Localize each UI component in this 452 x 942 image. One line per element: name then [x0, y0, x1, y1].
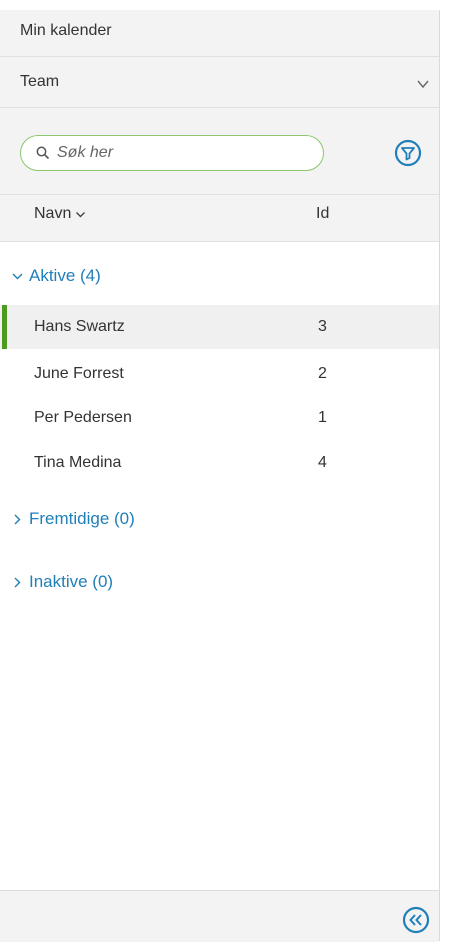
search-input[interactable] [57, 142, 307, 164]
search-field[interactable] [20, 135, 324, 171]
team-calendar-panel: Min kalender Team Navn Id Aktive (4) [0, 0, 440, 942]
filter-icon[interactable] [393, 138, 423, 168]
divider [0, 194, 439, 195]
list-item[interactable]: Per Pedersen 1 [0, 396, 439, 440]
my-calendar-row[interactable]: Min kalender [0, 10, 439, 56]
chevron-down-icon [417, 80, 429, 89]
search-icon [36, 146, 50, 160]
divider [0, 107, 439, 108]
person-name: Hans Swartz [34, 318, 125, 335]
chevron-right-icon [14, 577, 21, 587]
team-dropdown-label: Team [20, 73, 60, 90]
person-name: June Forrest [34, 365, 124, 382]
group-header-future[interactable]: Fremtidige (0) [12, 509, 135, 529]
person-id: 1 [318, 409, 327, 426]
chevron-right-icon [14, 514, 21, 524]
list-item[interactable]: Tina Medina 4 [0, 441, 439, 485]
person-id: 3 [318, 318, 327, 335]
list-item[interactable]: Hans Swartz 3 [0, 305, 439, 349]
group-label: Fremtidige (0) [29, 509, 135, 528]
person-name: Tina Medina [34, 454, 122, 471]
group-header-inactive[interactable]: Inaktive (0) [12, 572, 113, 592]
column-header-name-label: Navn [34, 205, 72, 222]
person-id: 2 [318, 365, 327, 382]
chevron-down-icon [12, 273, 23, 279]
column-header-name[interactable]: Navn [34, 205, 86, 223]
person-name: Per Pedersen [34, 409, 132, 426]
divider [0, 241, 439, 242]
group-label: Inaktive (0) [29, 572, 114, 591]
chevron-down-icon [76, 211, 86, 217]
column-header-id-label: Id [316, 205, 330, 222]
panel-footer [0, 890, 439, 942]
double-chevron-left-icon[interactable] [401, 905, 431, 935]
person-id: 4 [318, 454, 327, 471]
selection-marker [2, 305, 7, 349]
group-label: Aktive (4) [29, 266, 101, 285]
list-item[interactable]: June Forrest 2 [0, 352, 439, 396]
team-dropdown[interactable]: Team [0, 57, 439, 107]
column-header-id[interactable]: Id [316, 205, 329, 223]
my-calendar-label: Min kalender [20, 22, 112, 39]
group-header-active[interactable]: Aktive (4) [12, 266, 101, 286]
